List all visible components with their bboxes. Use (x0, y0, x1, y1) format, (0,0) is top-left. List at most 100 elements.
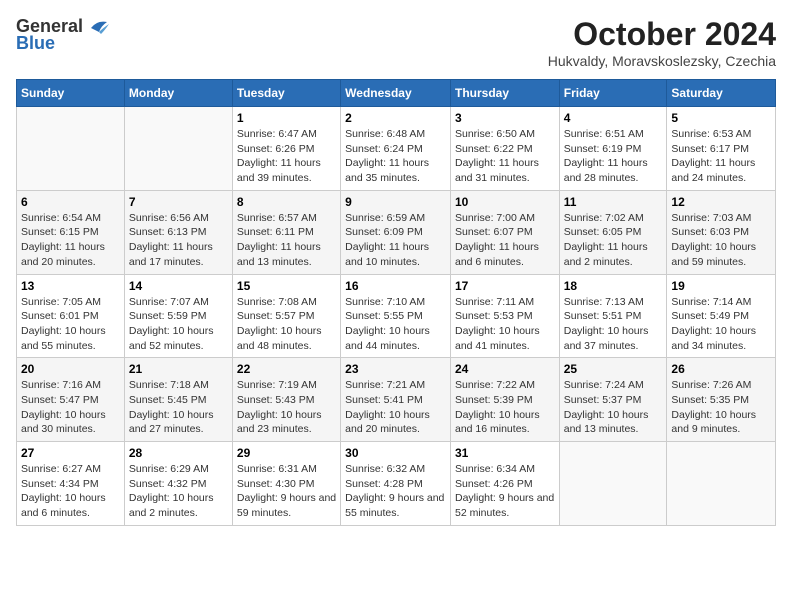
week-row-0: 1 Sunrise: 6:47 AM Sunset: 6:26 PM Daylig… (17, 107, 776, 191)
calendar-cell (667, 442, 776, 526)
day-number: 17 (455, 279, 555, 293)
day-number: 5 (671, 111, 771, 125)
day-number: 28 (129, 446, 228, 460)
day-info: Sunrise: 7:19 AM Sunset: 5:43 PM Dayligh… (237, 378, 336, 437)
day-info: Sunrise: 7:03 AM Sunset: 6:03 PM Dayligh… (671, 211, 771, 270)
day-info: Sunrise: 7:02 AM Sunset: 6:05 PM Dayligh… (564, 211, 663, 270)
day-info: Sunrise: 7:26 AM Sunset: 5:35 PM Dayligh… (671, 378, 771, 437)
day-number: 10 (455, 195, 555, 209)
calendar-cell: 9 Sunrise: 6:59 AM Sunset: 6:09 PM Daylig… (341, 190, 451, 274)
day-info: Sunrise: 7:08 AM Sunset: 5:57 PM Dayligh… (237, 295, 336, 354)
header-sunday: Sunday (17, 80, 125, 107)
calendar-cell: 16 Sunrise: 7:10 AM Sunset: 5:55 PM Dayli… (341, 274, 451, 358)
week-row-3: 20Sunrise: 7:16 AM Sunset: 5:47 PM Dayli… (17, 358, 776, 442)
day-info: Sunrise: 6:57 AM Sunset: 6:11 PM Dayligh… (237, 211, 336, 270)
day-number: 11 (564, 195, 663, 209)
day-info: Sunrise: 7:14 AM Sunset: 5:49 PM Dayligh… (671, 295, 771, 354)
header-friday: Friday (559, 80, 667, 107)
day-number: 25 (564, 362, 663, 376)
logo-bird-icon (87, 18, 109, 36)
logo: General Blue (16, 16, 109, 54)
day-info: Sunrise: 7:22 AM Sunset: 5:39 PM Dayligh… (455, 378, 555, 437)
calendar-cell: 7 Sunrise: 6:56 AM Sunset: 6:13 PM Daylig… (124, 190, 232, 274)
day-number: 7 (129, 195, 228, 209)
calendar-cell: 10 Sunrise: 7:00 AM Sunset: 6:07 PM Dayli… (450, 190, 559, 274)
calendar-cell: 19 Sunrise: 7:14 AM Sunset: 5:49 PM Dayli… (667, 274, 776, 358)
header-wednesday: Wednesday (341, 80, 451, 107)
day-info: Sunrise: 6:27 AM Sunset: 4:34 PM Dayligh… (21, 462, 120, 521)
day-number: 1 (237, 111, 336, 125)
day-info: Sunrise: 6:34 AM Sunset: 4:26 PM Dayligh… (455, 462, 555, 521)
calendar-cell: 11 Sunrise: 7:02 AM Sunset: 6:05 PM Dayli… (559, 190, 667, 274)
day-number: 15 (237, 279, 336, 293)
day-info: Sunrise: 6:47 AM Sunset: 6:26 PM Dayligh… (237, 127, 336, 186)
calendar-cell: 6Sunrise: 6:54 AM Sunset: 6:15 PM Daylig… (17, 190, 125, 274)
week-row-1: 6Sunrise: 6:54 AM Sunset: 6:15 PM Daylig… (17, 190, 776, 274)
day-info: Sunrise: 6:48 AM Sunset: 6:24 PM Dayligh… (345, 127, 446, 186)
calendar-cell: 14 Sunrise: 7:07 AM Sunset: 5:59 PM Dayli… (124, 274, 232, 358)
calendar-header-row: SundayMondayTuesdayWednesdayThursdayFrid… (17, 80, 776, 107)
day-info: Sunrise: 7:05 AM Sunset: 6:01 PM Dayligh… (21, 295, 120, 354)
week-row-2: 13 Sunrise: 7:05 AM Sunset: 6:01 PM Dayli… (17, 274, 776, 358)
day-info: Sunrise: 7:24 AM Sunset: 5:37 PM Dayligh… (564, 378, 663, 437)
page-header: General Blue October 2024 Hukvaldy, Mora… (16, 16, 776, 69)
calendar-cell: 18Sunrise: 7:13 AM Sunset: 5:51 PM Dayli… (559, 274, 667, 358)
day-info: Sunrise: 6:51 AM Sunset: 6:19 PM Dayligh… (564, 127, 663, 186)
day-number: 3 (455, 111, 555, 125)
day-info: Sunrise: 6:54 AM Sunset: 6:15 PM Dayligh… (21, 211, 120, 270)
day-number: 23 (345, 362, 446, 376)
day-number: 8 (237, 195, 336, 209)
day-info: Sunrise: 6:56 AM Sunset: 6:13 PM Dayligh… (129, 211, 228, 270)
day-info: Sunrise: 7:18 AM Sunset: 5:45 PM Dayligh… (129, 378, 228, 437)
calendar-cell: 24 Sunrise: 7:22 AM Sunset: 5:39 PM Dayli… (450, 358, 559, 442)
day-number: 13 (21, 279, 120, 293)
location: Hukvaldy, Moravskoslezsky, Czechia (548, 53, 776, 69)
calendar-cell (559, 442, 667, 526)
day-number: 22 (237, 362, 336, 376)
calendar-cell: 22 Sunrise: 7:19 AM Sunset: 5:43 PM Dayli… (232, 358, 340, 442)
day-number: 24 (455, 362, 555, 376)
day-info: Sunrise: 6:50 AM Sunset: 6:22 PM Dayligh… (455, 127, 555, 186)
calendar-cell: 30Sunrise: 6:32 AM Sunset: 4:28 PM Dayli… (341, 442, 451, 526)
day-info: Sunrise: 7:13 AM Sunset: 5:51 PM Dayligh… (564, 295, 663, 354)
calendar-cell: 4Sunrise: 6:51 AM Sunset: 6:19 PM Daylig… (559, 107, 667, 191)
calendar-table: SundayMondayTuesdayWednesdayThursdayFrid… (16, 79, 776, 526)
day-info: Sunrise: 6:29 AM Sunset: 4:32 PM Dayligh… (129, 462, 228, 521)
day-info: Sunrise: 7:10 AM Sunset: 5:55 PM Dayligh… (345, 295, 446, 354)
calendar-cell: 3 Sunrise: 6:50 AM Sunset: 6:22 PM Daylig… (450, 107, 559, 191)
day-number: 12 (671, 195, 771, 209)
day-info: Sunrise: 7:16 AM Sunset: 5:47 PM Dayligh… (21, 378, 120, 437)
day-info: Sunrise: 6:59 AM Sunset: 6:09 PM Dayligh… (345, 211, 446, 270)
day-info: Sunrise: 7:07 AM Sunset: 5:59 PM Dayligh… (129, 295, 228, 354)
day-number: 19 (671, 279, 771, 293)
header-thursday: Thursday (450, 80, 559, 107)
month-title: October 2024 (548, 16, 776, 53)
day-info: Sunrise: 7:11 AM Sunset: 5:53 PM Dayligh… (455, 295, 555, 354)
calendar-cell: 1 Sunrise: 6:47 AM Sunset: 6:26 PM Daylig… (232, 107, 340, 191)
calendar-cell: 20Sunrise: 7:16 AM Sunset: 5:47 PM Dayli… (17, 358, 125, 442)
calendar-cell: 28 Sunrise: 6:29 AM Sunset: 4:32 PM Dayli… (124, 442, 232, 526)
day-info: Sunrise: 7:21 AM Sunset: 5:41 PM Dayligh… (345, 378, 446, 437)
week-row-4: 27 Sunrise: 6:27 AM Sunset: 4:34 PM Dayli… (17, 442, 776, 526)
day-number: 21 (129, 362, 228, 376)
calendar-cell: 21 Sunrise: 7:18 AM Sunset: 5:45 PM Dayli… (124, 358, 232, 442)
calendar-cell: 27 Sunrise: 6:27 AM Sunset: 4:34 PM Dayli… (17, 442, 125, 526)
calendar-cell (124, 107, 232, 191)
calendar-cell (17, 107, 125, 191)
title-area: October 2024 Hukvaldy, Moravskoslezsky, … (548, 16, 776, 69)
day-number: 16 (345, 279, 446, 293)
day-info: Sunrise: 7:00 AM Sunset: 6:07 PM Dayligh… (455, 211, 555, 270)
calendar-cell: 29Sunrise: 6:31 AM Sunset: 4:30 PM Dayli… (232, 442, 340, 526)
day-number: 27 (21, 446, 120, 460)
header-tuesday: Tuesday (232, 80, 340, 107)
header-monday: Monday (124, 80, 232, 107)
day-number: 31 (455, 446, 555, 460)
calendar-cell: 31 Sunrise: 6:34 AM Sunset: 4:26 PM Dayli… (450, 442, 559, 526)
calendar-cell: 23 Sunrise: 7:21 AM Sunset: 5:41 PM Dayli… (341, 358, 451, 442)
day-number: 30 (345, 446, 446, 460)
day-number: 9 (345, 195, 446, 209)
calendar-cell: 8 Sunrise: 6:57 AM Sunset: 6:11 PM Daylig… (232, 190, 340, 274)
day-number: 14 (129, 279, 228, 293)
calendar-cell: 17 Sunrise: 7:11 AM Sunset: 5:53 PM Dayli… (450, 274, 559, 358)
day-number: 29 (237, 446, 336, 460)
